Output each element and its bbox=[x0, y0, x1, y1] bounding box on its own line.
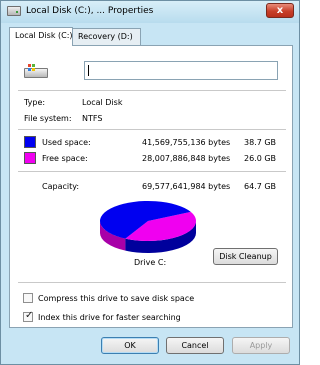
capacity-label: Capacity: bbox=[42, 182, 80, 191]
tab-local-disk-c[interactable]: Local Disk (C:) bbox=[9, 27, 73, 46]
drive-label: Drive C: bbox=[134, 258, 167, 267]
free-space-swatch bbox=[24, 152, 36, 164]
used-space-label: Used space: bbox=[42, 138, 91, 147]
title-bar[interactable]: Local Disk (C:), ... Properties x bbox=[1, 1, 299, 23]
properties-window: Local Disk (C:), ... Properties x Local … bbox=[0, 0, 300, 365]
type-value: Local Disk bbox=[82, 98, 123, 107]
checkmark-icon: ✓ bbox=[25, 310, 34, 321]
ok-button[interactable]: OK bbox=[101, 337, 159, 354]
free-space-label: Free space: bbox=[42, 154, 88, 163]
separator bbox=[18, 90, 286, 91]
general-panel: Type: Local Disk File system: NTFS Used … bbox=[9, 45, 293, 328]
separator bbox=[18, 129, 286, 130]
free-space-gb: 26.0 GB bbox=[244, 154, 277, 163]
windows-drive-icon bbox=[24, 64, 48, 78]
file-system-label: File system: bbox=[24, 114, 72, 123]
file-system-value: NTFS bbox=[82, 114, 103, 123]
used-space-gb: 38.7 GB bbox=[244, 138, 277, 147]
index-label[interactable]: Index this drive for faster searching bbox=[38, 313, 181, 322]
cancel-button[interactable]: Cancel bbox=[166, 337, 224, 354]
disk-usage-pie bbox=[100, 201, 197, 254]
close-button[interactable]: x bbox=[266, 3, 294, 18]
separator bbox=[18, 171, 286, 172]
index-checkbox[interactable]: ✓ bbox=[23, 310, 34, 322]
capacity-bytes: 69,577,641,984 bytes bbox=[142, 182, 231, 191]
type-label: Type: bbox=[24, 98, 46, 107]
text-caret bbox=[88, 65, 89, 76]
disk-cleanup-button[interactable]: Disk Cleanup bbox=[213, 248, 278, 265]
used-space-bytes: 41,569,755,136 bytes bbox=[142, 138, 231, 147]
separator bbox=[18, 282, 286, 283]
capacity-gb: 64.7 GB bbox=[244, 182, 277, 191]
drive-name-input[interactable] bbox=[84, 61, 278, 80]
free-space-bytes: 28,007,886,848 bytes bbox=[142, 154, 231, 163]
window-title: Local Disk (C:), ... Properties bbox=[26, 6, 154, 16]
tab-recovery-d[interactable]: Recovery (D:) bbox=[72, 28, 141, 45]
used-space-swatch bbox=[24, 136, 36, 148]
compress-label[interactable]: Compress this drive to save disk space bbox=[38, 294, 194, 303]
apply-button[interactable]: Apply bbox=[232, 337, 290, 354]
compress-checkbox[interactable] bbox=[23, 293, 33, 303]
drive-icon bbox=[7, 6, 21, 16]
